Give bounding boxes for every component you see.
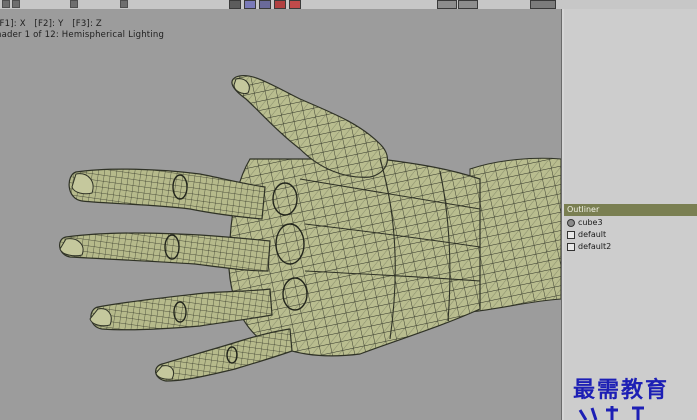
toolbar-button-3[interactable] (70, 0, 78, 8)
shading-swatch-red-2[interactable] (289, 0, 301, 9)
checkbox-icon (567, 243, 575, 251)
outliner-item-cube3[interactable]: cube3 (564, 217, 697, 229)
outliner-title[interactable]: Outliner (564, 204, 697, 216)
outliner-item-label: cube3 (578, 218, 603, 227)
watermark-text: 最需教育 (573, 377, 670, 403)
toolbar-button-1[interactable] (2, 0, 10, 8)
axis-keys-label: [F1]: X [F2]: Y [F3]: Z (0, 19, 102, 29)
shading-swatch-grey[interactable] (229, 0, 241, 9)
checkbox-icon (567, 231, 575, 239)
forearm-mesh (469, 157, 561, 313)
outliner-item-label: default (578, 230, 607, 239)
toolbar-tool-2[interactable] (458, 0, 478, 9)
middle-finger-mesh (59, 232, 271, 272)
outliner-item-label: default2 (578, 242, 612, 251)
outliner-item-default2[interactable]: default2 (564, 241, 697, 253)
right-side-panel: Outliner cube3 default default2 (564, 9, 697, 420)
watermark-fragment (572, 402, 696, 420)
ring-finger-mesh (90, 288, 273, 331)
sphere-icon (567, 219, 575, 227)
outliner-item-default[interactable]: default (564, 229, 697, 241)
shading-swatch-red[interactable] (274, 0, 286, 9)
index-finger-mesh (68, 168, 266, 220)
toolbar-button-2[interactable] (12, 0, 20, 8)
hand-mesh-model (59, 75, 561, 382)
3d-viewport[interactable]: [F1]: X [F2]: Y [F3]: Z hader 1 of 12: H… (0, 9, 561, 420)
shading-swatch-purple[interactable] (259, 0, 271, 9)
toolbar-tool-1[interactable] (437, 0, 457, 9)
pinky-finger-mesh (155, 328, 293, 382)
outliner-list: cube3 default default2 (564, 217, 697, 253)
toolbar-button-4[interactable] (120, 0, 128, 8)
shader-status-label: hader 1 of 12: Hemispherical Lighting (0, 30, 165, 40)
toolbar-tool-3[interactable] (530, 0, 556, 9)
shading-swatch-blue[interactable] (244, 0, 256, 9)
fingernail-details (59, 78, 250, 380)
